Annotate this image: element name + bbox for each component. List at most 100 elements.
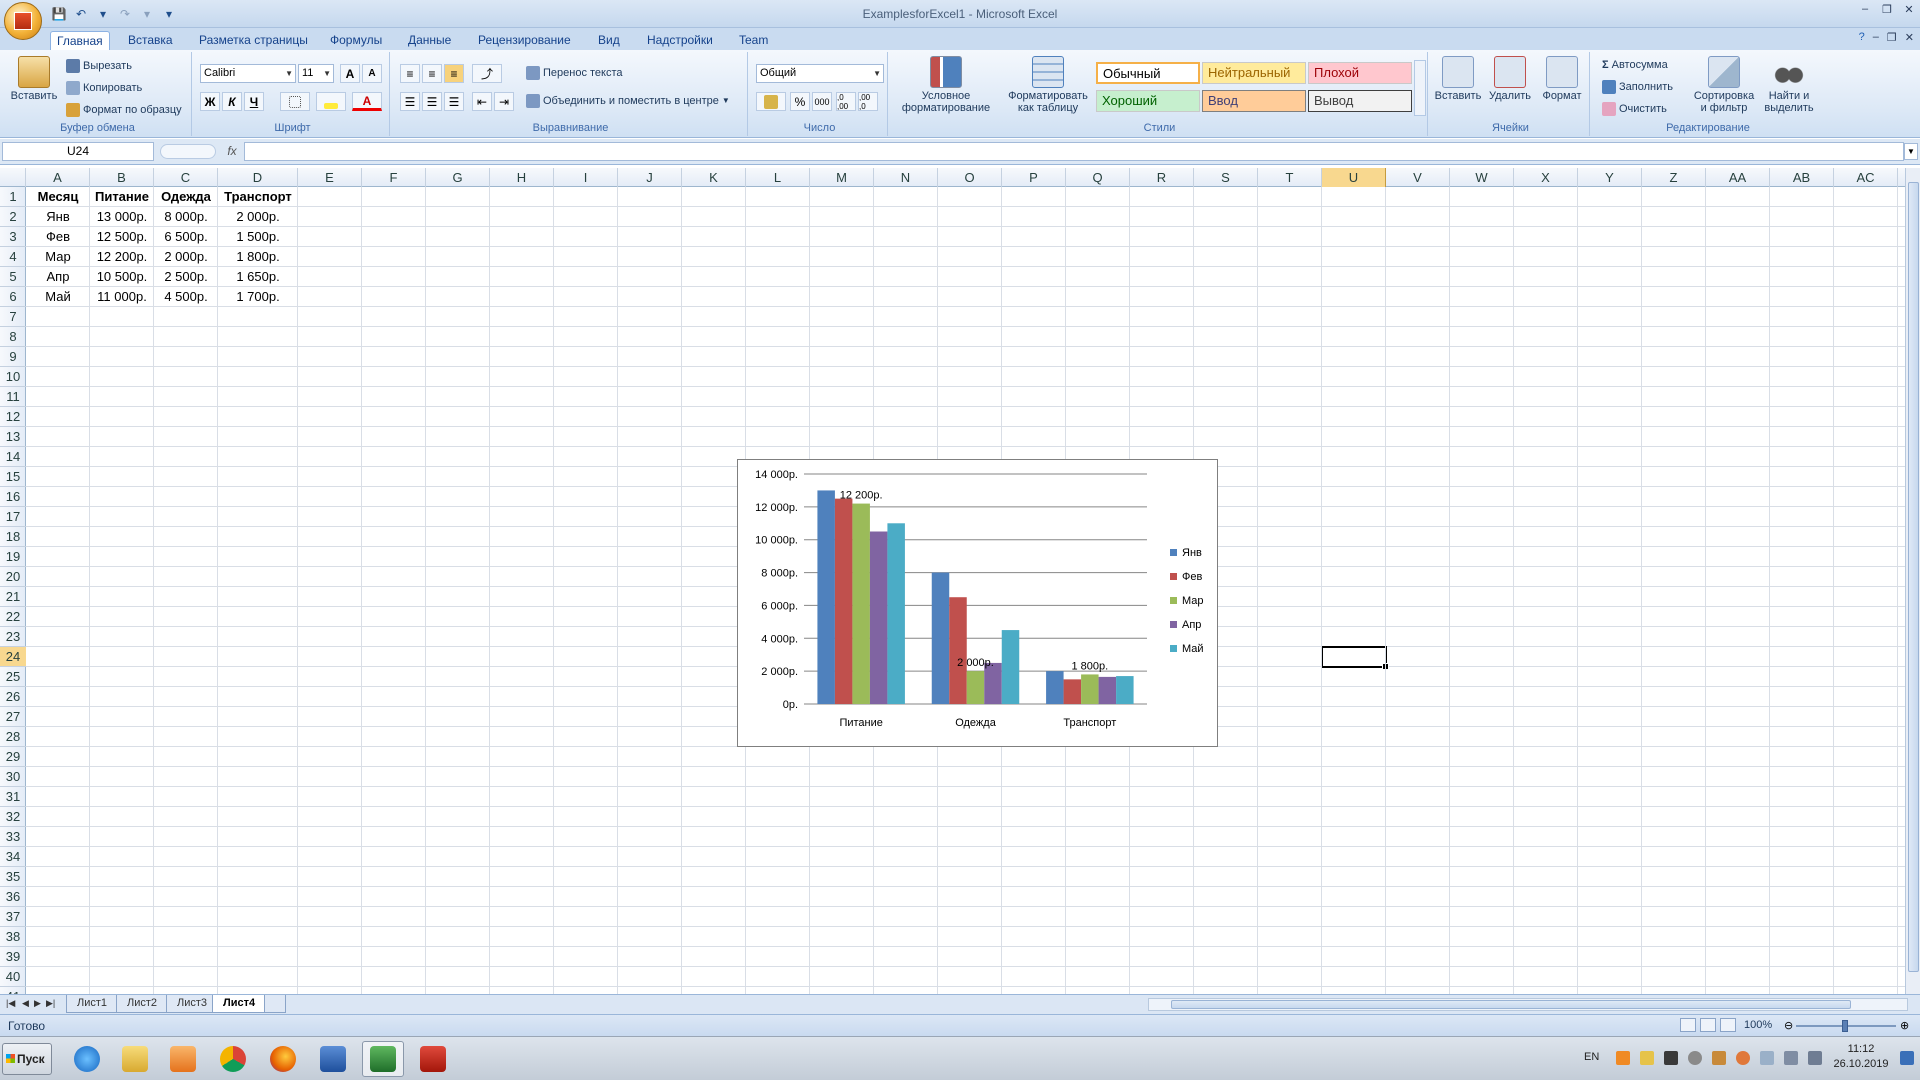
cell-A4[interactable]: Мар — [26, 247, 90, 267]
tray-gpu-icon[interactable] — [1664, 1051, 1678, 1065]
cell-C5[interactable]: 2 500р. — [154, 267, 218, 287]
row-header-2[interactable]: 2 — [0, 207, 26, 227]
align-top-button[interactable]: ≡ — [400, 64, 420, 83]
column-header-Z[interactable]: Z — [1642, 168, 1706, 187]
office-button[interactable] — [4, 2, 42, 40]
row-header-25[interactable]: 25 — [0, 667, 26, 687]
speaker-icon[interactable] — [1808, 1051, 1822, 1065]
column-header-Y[interactable]: Y — [1578, 168, 1642, 187]
sheet-tab-4[interactable]: Лист4 — [212, 995, 267, 1013]
column-header-W[interactable]: W — [1450, 168, 1514, 187]
network-icon[interactable] — [1784, 1051, 1798, 1065]
column-header-D[interactable]: D — [218, 168, 298, 187]
cell-B2[interactable]: 13 000р. — [90, 207, 154, 227]
underline-button[interactable]: Ч — [244, 92, 264, 111]
cell-D6[interactable]: 1 700р. — [218, 287, 298, 307]
cell-C2[interactable]: 8 000р. — [154, 207, 218, 227]
row-header-28[interactable]: 28 — [0, 727, 26, 747]
cell-A5[interactable]: Апр — [26, 267, 90, 287]
format-painter-button[interactable]: Формат по образцу — [66, 101, 182, 119]
row-header-33[interactable]: 33 — [0, 827, 26, 847]
name-box[interactable]: U24 — [2, 142, 154, 161]
row-header-34[interactable]: 34 — [0, 847, 26, 867]
row-header-6[interactable]: 6 — [0, 287, 26, 307]
row-header-39[interactable]: 39 — [0, 947, 26, 967]
ribbon-close-button[interactable]: ✕ — [1905, 31, 1914, 44]
cell-A2[interactable]: Янв — [26, 207, 90, 227]
column-header-AC[interactable]: AC — [1834, 168, 1898, 187]
taskbar-explorer[interactable] — [114, 1041, 156, 1077]
font-name-select[interactable]: Calibri ▼ — [200, 64, 296, 83]
style-output[interactable]: Вывод — [1308, 90, 1412, 112]
cell-B6[interactable]: 11 000р. — [90, 287, 154, 307]
row-header-41[interactable]: 41 — [0, 987, 26, 994]
row-header-27[interactable]: 27 — [0, 707, 26, 727]
cell-C6[interactable]: 4 500р. — [154, 287, 218, 307]
italic-button[interactable]: К — [222, 92, 242, 111]
formula-bar-splitter[interactable] — [160, 144, 216, 159]
row-header-36[interactable]: 36 — [0, 887, 26, 907]
row-header-30[interactable]: 30 — [0, 767, 26, 787]
row-header-31[interactable]: 31 — [0, 787, 26, 807]
column-header-AB[interactable]: AB — [1770, 168, 1834, 187]
page-layout-view-button[interactable] — [1700, 1018, 1716, 1032]
insert-cells-button[interactable]: Вставить — [1432, 56, 1484, 102]
column-header-G[interactable]: G — [426, 168, 490, 187]
next-sheet-icon[interactable]: ▶ — [34, 998, 41, 1009]
last-sheet-icon[interactable]: ▶| — [46, 998, 55, 1009]
row-header-40[interactable]: 40 — [0, 967, 26, 987]
row-header-32[interactable]: 32 — [0, 807, 26, 827]
thousands-button[interactable]: 000 — [812, 92, 832, 111]
tab-home[interactable]: Главная — [50, 31, 110, 50]
column-header-F[interactable]: F — [362, 168, 426, 187]
bold-button[interactable]: Ж — [200, 92, 220, 111]
find-select-button[interactable]: Найти и выделить — [1758, 56, 1820, 114]
column-header-K[interactable]: K — [682, 168, 746, 187]
fill-button[interactable]: Заполнить — [1602, 78, 1673, 96]
row-header-35[interactable]: 35 — [0, 867, 26, 887]
font-color-button[interactable]: A — [352, 92, 382, 111]
row-header-21[interactable]: 21 — [0, 587, 26, 607]
row-header-1[interactable]: 1 — [0, 187, 26, 207]
number-format-select[interactable]: Общий ▼ — [756, 64, 884, 83]
copy-button[interactable]: Копировать — [66, 79, 142, 97]
tray-app-icon[interactable] — [1616, 1051, 1630, 1065]
row-header-29[interactable]: 29 — [0, 747, 26, 767]
column-header-I[interactable]: I — [554, 168, 618, 187]
increase-indent-button[interactable]: ⇥ — [494, 92, 514, 111]
cell-B4[interactable]: 12 200р. — [90, 247, 154, 267]
sheet-tab-3[interactable]: Лист3 — [166, 995, 219, 1013]
tray-notes-icon[interactable] — [1640, 1051, 1654, 1065]
column-header-O[interactable]: O — [938, 168, 1002, 187]
conditional-formatting-button[interactable]: Условное форматирование — [894, 56, 998, 114]
minimize-button[interactable]: – — [1854, 0, 1876, 18]
styles-gallery-scroll[interactable] — [1414, 60, 1426, 116]
align-left-button[interactable]: ☰ — [400, 92, 420, 111]
formula-input[interactable] — [244, 142, 1904, 161]
column-header-N[interactable]: N — [874, 168, 938, 187]
ribbon-minimize-button[interactable]: – — [1873, 31, 1879, 44]
row-header-8[interactable]: 8 — [0, 327, 26, 347]
row-header-19[interactable]: 19 — [0, 547, 26, 567]
normal-view-button[interactable] — [1680, 1018, 1696, 1032]
shrink-font-button[interactable]: A — [362, 64, 382, 83]
percent-button[interactable]: % — [790, 92, 810, 111]
column-header-P[interactable]: P — [1002, 168, 1066, 187]
horizontal-scroll-thumb[interactable] — [1171, 1000, 1851, 1009]
row-header-10[interactable]: 10 — [0, 367, 26, 387]
insert-function-button[interactable]: fx — [222, 142, 242, 161]
cell-D5[interactable]: 1 650р. — [218, 267, 298, 287]
tab-formulas[interactable]: Формулы — [324, 31, 388, 50]
sort-filter-button[interactable]: Сортировка и фильтр — [1692, 56, 1756, 114]
cell-B3[interactable]: 12 500р. — [90, 227, 154, 247]
row-header-3[interactable]: 3 — [0, 227, 26, 247]
increase-decimal-button[interactable]: ,0 ,00 — [836, 92, 856, 111]
cell-A1[interactable]: Месяц — [26, 187, 90, 207]
align-right-button[interactable]: ☰ — [444, 92, 464, 111]
zoom-slider-thumb[interactable] — [1842, 1020, 1848, 1032]
row-header-16[interactable]: 16 — [0, 487, 26, 507]
cell-D3[interactable]: 1 500р. — [218, 227, 298, 247]
start-button[interactable]: Пуск — [2, 1043, 52, 1075]
clustered-column-chart[interactable]: 0р. 2 000р. 4 000р. 6 000р. 8 000р. 10 000р. 1… — [737, 459, 1218, 747]
style-normal[interactable]: Обычный — [1096, 62, 1200, 84]
